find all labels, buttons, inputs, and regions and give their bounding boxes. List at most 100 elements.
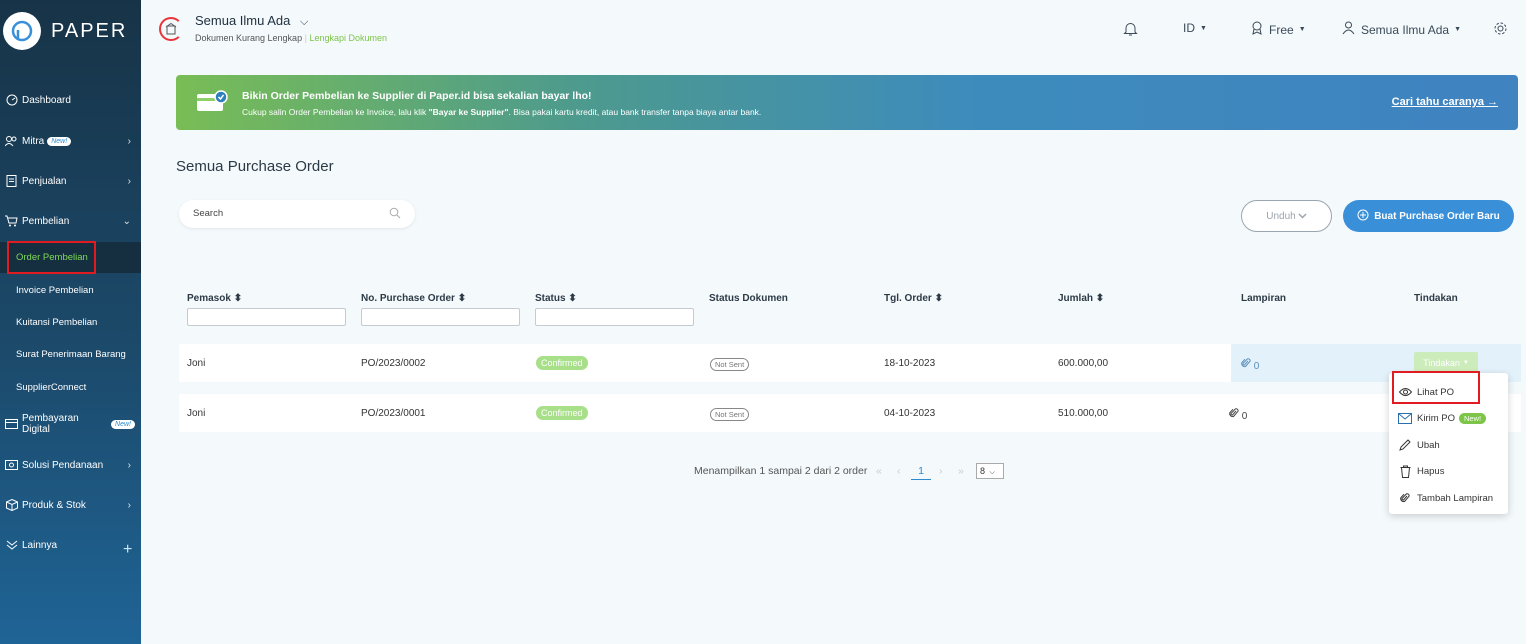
column-header-no-po[interactable]: No. Purchase Order ⬍	[361, 293, 466, 304]
attachment-count[interactable]: 0	[1241, 357, 1259, 372]
plan-dropdown[interactable]: Free ▼	[1251, 21, 1306, 38]
create-po-label: Buat Purchase Order Baru	[1374, 210, 1500, 222]
table-row[interactable]: Joni PO/2023/0001 Confirmed Not Sent 04-…	[179, 394, 1521, 432]
highlight-box	[7, 241, 96, 274]
sidebar-subitem-surat-penerimaan[interactable]: Surat Penerimaan Barang	[16, 349, 126, 360]
bell-icon	[1123, 21, 1138, 40]
sidebar-item-solusi-pendanaan[interactable]: Solusi Pendanaan ›	[5, 455, 135, 475]
cell-pemasok: Joni	[187, 408, 206, 419]
cart-icon	[5, 215, 18, 228]
header-label: Status	[535, 293, 566, 304]
card-shield-icon	[196, 90, 228, 117]
sidebar-item-produk-stok[interactable]: Produk & Stok ›	[5, 495, 135, 515]
search-icon	[389, 207, 401, 222]
menu-item-hapus[interactable]: Hapus	[1398, 464, 1444, 478]
sidebar-subitem-invoice-pembelian[interactable]: Invoice Pembelian	[16, 285, 94, 296]
column-header-pemasok[interactable]: Pemasok ⬍	[187, 293, 242, 304]
chevron-right-icon: ›	[127, 499, 131, 511]
plan-label: Free	[1269, 22, 1294, 37]
user-name: Semua Ilmu Ada	[1361, 22, 1450, 37]
users-icon	[5, 135, 18, 148]
new-badge: New!	[111, 419, 135, 429]
prev-page-icon[interactable]: ‹	[897, 465, 901, 477]
sidebar-item-label: Lainnya	[22, 539, 58, 551]
header-label: Tgl. Order	[884, 293, 932, 304]
column-header-status[interactable]: Status ⬍	[535, 293, 577, 304]
paperclip-icon	[1398, 491, 1412, 505]
menu-item-kirim-po[interactable]: Kirim PO New!	[1398, 411, 1487, 425]
sidebar-subitem-supplierconnect[interactable]: SupplierConnect	[16, 382, 86, 393]
company-name: Semua Ilmu Ada	[195, 13, 291, 28]
column-header-tindakan: Tindakan	[1414, 293, 1458, 304]
double-chevron-down-icon	[5, 539, 18, 552]
filter-pemasok-input[interactable]	[187, 308, 346, 326]
attachment-count-value: 0	[1253, 361, 1260, 372]
per-page-select[interactable]: 8 ⌵	[976, 463, 1004, 479]
sidebar-item-label: Penjualan	[22, 175, 67, 187]
sort-icon: ⬍	[934, 293, 943, 304]
paperclip-icon	[1229, 408, 1239, 422]
next-page-icon[interactable]: ›	[939, 465, 943, 477]
new-badge: New!	[1459, 412, 1487, 424]
brand-logo[interactable]: PAPER	[3, 12, 127, 50]
sort-icon: ⬍	[1095, 293, 1105, 304]
column-header-status-dokumen: Status Dokumen	[709, 293, 788, 304]
menu-item-label: Kirim PO	[1417, 412, 1455, 424]
cell-tgl-order: 18-10-2023	[884, 358, 936, 369]
sidebar-item-label: Mitra	[22, 135, 45, 147]
money-icon	[5, 459, 18, 472]
cell-no-po[interactable]: PO/2023/0002	[361, 358, 426, 369]
pencil-icon	[1398, 438, 1412, 452]
sidebar-item-pembayaran-digital[interactable]: Pembayaran Digital New!	[5, 413, 135, 435]
paperclip-icon	[1241, 358, 1251, 372]
language-dropdown[interactable]: ID ▼	[1183, 21, 1207, 35]
mail-icon	[1398, 411, 1412, 425]
user-dropdown[interactable]: Semua Ilmu Ada ▼	[1342, 21, 1461, 38]
complete-docs-link[interactable]: Lengkapi Dokumen	[309, 33, 387, 43]
chevron-right-icon: ›	[127, 459, 131, 471]
badge-icon	[1251, 21, 1263, 38]
filter-status-input[interactable]	[535, 308, 694, 326]
download-dropdown-button[interactable]: Unduh	[1241, 200, 1332, 232]
attachment-count[interactable]: 0	[1229, 407, 1247, 422]
sidebar-item-lainnya[interactable]: Lainnya	[5, 535, 135, 555]
sidebar-item-label: Pembelian	[22, 215, 70, 227]
company-logo-icon	[159, 17, 183, 41]
chevron-down-icon: ⌵	[300, 16, 309, 28]
menu-item-label: Tambah Lampiran	[1417, 492, 1494, 504]
settings-button[interactable]	[1493, 21, 1508, 39]
search-input[interactable]: Search	[179, 200, 415, 228]
sidebar-subitem-kuitansi-pembelian[interactable]: Kuitansi Pembelian	[16, 317, 97, 328]
column-header-tgl-order[interactable]: Tgl. Order ⬍	[884, 293, 943, 304]
last-page-icon[interactable]: »	[958, 465, 964, 477]
header-label: Jumlah	[1058, 293, 1094, 304]
gear-icon	[1493, 21, 1508, 39]
filter-no-po-input[interactable]	[361, 308, 520, 326]
cell-tgl-order: 04-10-2023	[884, 408, 936, 419]
table-row[interactable]: Joni PO/2023/0002 Confirmed Not Sent 18-…	[179, 344, 1521, 382]
plus-circle-icon	[1357, 209, 1369, 224]
sidebar-item-label: Produk & Stok	[22, 499, 86, 511]
company-switcher[interactable]: Semua Ilmu Ada ⌵	[195, 13, 308, 29]
cell-no-po[interactable]: PO/2023/0001	[361, 408, 426, 419]
menu-item-tambah-lampiran[interactable]: Tambah Lampiran	[1398, 491, 1493, 505]
column-header-jumlah[interactable]: Jumlah ⬍	[1058, 293, 1104, 304]
current-page[interactable]: 1	[911, 465, 931, 480]
sidebar-item-mitra[interactable]: Mitra New! ›	[5, 131, 135, 151]
highlight-box	[1392, 371, 1480, 404]
learn-more-link[interactable]: Cari tahu caranya →	[1392, 96, 1498, 108]
doc-status-badge: Not Sent	[710, 408, 750, 421]
sidebar-item-dashboard[interactable]: Dashboard	[5, 90, 135, 110]
sidebar-item-pembelian[interactable]: Pembelian ⌄	[5, 211, 135, 231]
caret-down-icon: ▼	[1462, 360, 1469, 366]
caret-down-icon: ▼	[1200, 24, 1207, 32]
brand-name: PAPER	[51, 19, 128, 42]
chevron-down-icon: ⌄	[122, 215, 131, 227]
first-page-icon[interactable]: «	[876, 465, 882, 477]
language-label: ID	[1183, 21, 1195, 35]
sidebar-item-penjualan[interactable]: Penjualan ›	[5, 171, 135, 191]
attachment-count-value: 0	[1241, 411, 1248, 422]
create-po-button[interactable]: Buat Purchase Order Baru	[1343, 200, 1514, 232]
notification-button[interactable]	[1123, 21, 1138, 40]
menu-item-ubah[interactable]: Ubah	[1398, 438, 1440, 452]
